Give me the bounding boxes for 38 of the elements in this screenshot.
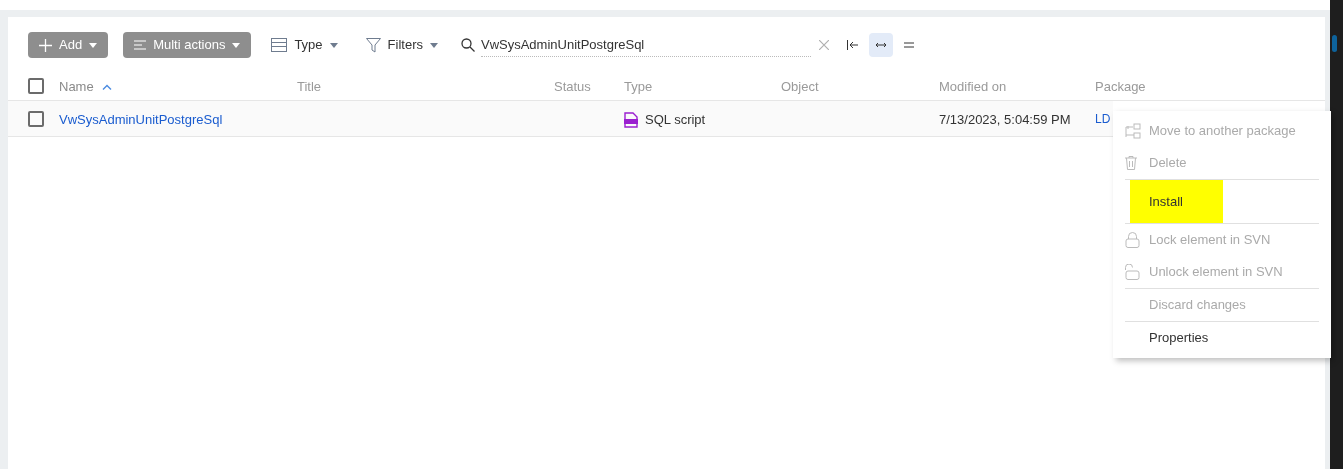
list-icon bbox=[271, 38, 288, 52]
caret-icon bbox=[429, 42, 438, 48]
filters-button[interactable]: Filters bbox=[360, 32, 443, 58]
lock-icon bbox=[1125, 232, 1140, 248]
table-row[interactable]: VwSysAdminUnitPostgreSql SQL script 7/13/2023, 5:04:59 PM LD bbox=[8, 100, 1113, 137]
column-header[interactable]: Status bbox=[554, 77, 591, 97]
row-checkbox[interactable] bbox=[28, 111, 44, 127]
modified-on-cell-text: 7/13/2023, 5:04:59 PM bbox=[939, 111, 1071, 129]
trash-icon bbox=[1125, 156, 1137, 170]
clear-icon[interactable] bbox=[818, 40, 829, 50]
sql-file-icon bbox=[624, 111, 638, 128]
multi-actions-button[interactable]: Multi actions bbox=[123, 32, 252, 58]
column-header[interactable]: Modified on bbox=[939, 77, 1007, 97]
column-header[interactable]: Name bbox=[59, 77, 94, 97]
column-header[interactable]: Object bbox=[781, 77, 819, 97]
caret-icon bbox=[89, 42, 98, 48]
menu-item[interactable]: Properties bbox=[1149, 322, 1209, 354]
move-icon bbox=[1125, 123, 1141, 139]
caret-icon bbox=[232, 42, 241, 48]
lines-icon bbox=[134, 40, 147, 50]
name-link[interactable]: VwSysAdminUnitPostgreSql bbox=[59, 110, 223, 130]
sort-ascending-icon[interactable] bbox=[101, 83, 112, 90]
menu-item[interactable]: Install bbox=[1130, 180, 1223, 223]
type-cell-text: SQL script bbox=[645, 111, 706, 129]
select-all-checkbox[interactable] bbox=[28, 78, 44, 94]
add-button[interactable]: Add bbox=[28, 32, 109, 58]
search-field[interactable]: VwSysAdminUnitPostgreSql bbox=[480, 33, 811, 57]
package-link[interactable]: LD bbox=[1095, 110, 1111, 128]
column-header[interactable]: Title bbox=[297, 77, 322, 97]
search-icon bbox=[460, 38, 475, 52]
column-header[interactable]: Type bbox=[624, 77, 653, 97]
type-button[interactable]: Type bbox=[266, 32, 343, 58]
unlock-icon bbox=[1125, 264, 1140, 280]
column-header[interactable]: Package bbox=[1095, 77, 1146, 97]
caret-icon bbox=[329, 42, 338, 48]
plus-icon bbox=[39, 38, 52, 52]
scroll-marker bbox=[1332, 35, 1337, 52]
filter-icon bbox=[365, 37, 381, 53]
